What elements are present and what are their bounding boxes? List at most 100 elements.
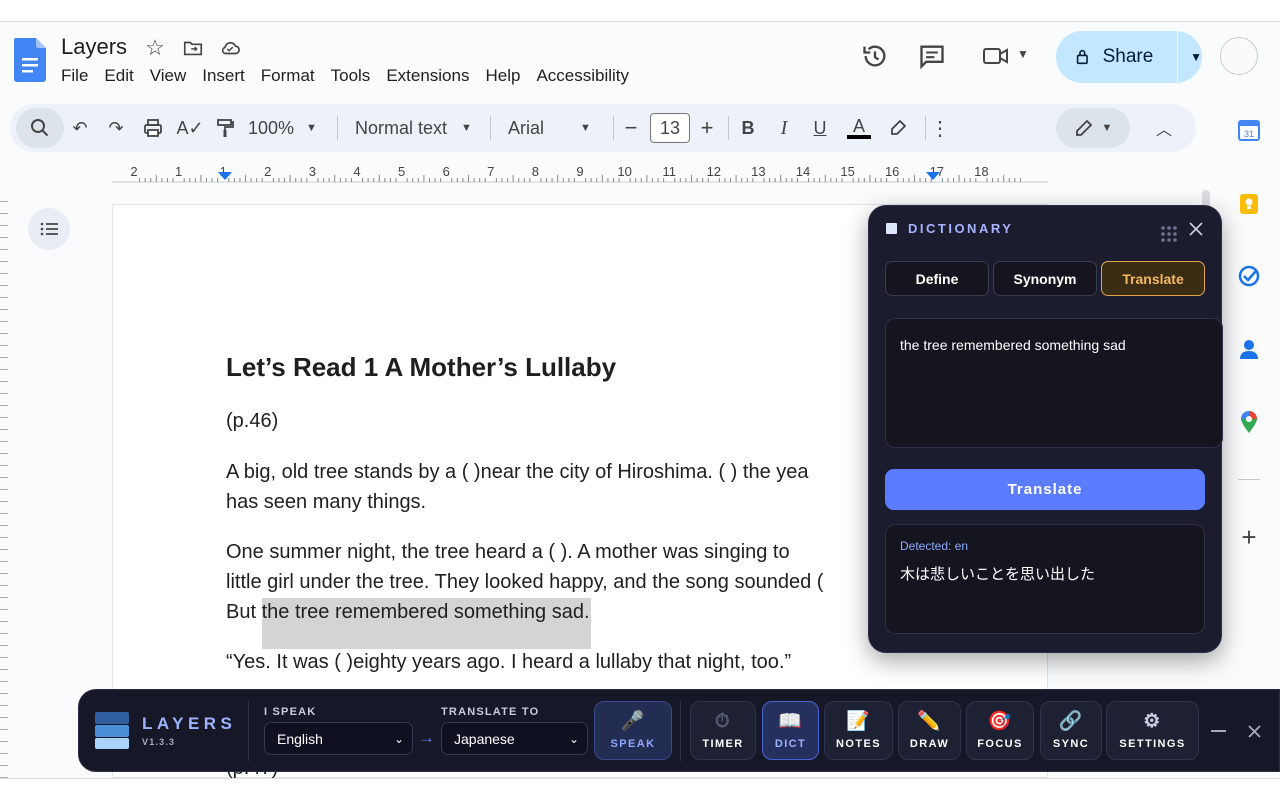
menu-tools[interactable]: Tools: [331, 66, 371, 86]
tasks-icon[interactable]: [1238, 265, 1260, 287]
ruler-label: 1: [175, 164, 182, 179]
avatar[interactable]: [1220, 37, 1258, 75]
focus-button[interactable]: 🎯 FOCUS: [966, 701, 1034, 760]
document-title[interactable]: Layers: [61, 34, 127, 60]
ruler-label: 8: [532, 164, 539, 179]
draw-button[interactable]: ✏️ DRAW: [898, 701, 961, 760]
ruler-label: 2: [264, 164, 271, 179]
spellcheck-icon[interactable]: A✓: [176, 104, 204, 152]
menu-accessibility[interactable]: Accessibility: [536, 66, 629, 86]
detected-language: Detected: en: [900, 539, 969, 553]
tab-synonym[interactable]: Synonym: [993, 261, 1097, 296]
tab-define[interactable]: Define: [885, 261, 989, 296]
print-icon[interactable]: [138, 104, 168, 152]
menu-file[interactable]: File: [61, 66, 88, 86]
notes-button[interactable]: 📝 NOTES: [824, 701, 893, 760]
move-folder-icon[interactable]: [182, 37, 204, 59]
close-icon[interactable]: [1189, 222, 1203, 236]
dict-button[interactable]: 📖 DICT: [762, 701, 819, 760]
timer-button[interactable]: ⏱ TIMER: [690, 701, 756, 760]
redo-icon[interactable]: ↷: [102, 104, 130, 152]
microphone-icon: 🎤: [620, 710, 646, 732]
increase-font-size-button[interactable]: +: [696, 104, 718, 152]
meet-dropdown-icon[interactable]: ▼: [1017, 47, 1029, 61]
font-size-input[interactable]: 13: [650, 113, 690, 143]
text-suffix: .: [583, 601, 590, 623]
search-menus-icon[interactable]: [16, 108, 64, 148]
decrease-font-size-button[interactable]: −: [620, 104, 642, 152]
pencil-icon: ✏️: [916, 710, 943, 732]
bold-icon[interactable]: B: [736, 104, 760, 152]
style-select[interactable]: Normal text ▼: [355, 104, 480, 152]
settings-label: SETTINGS: [1119, 737, 1186, 750]
page-reference: (p.46): [226, 410, 279, 432]
menu-edit[interactable]: Edit: [104, 66, 133, 86]
add-addon-icon[interactable]: +: [1238, 522, 1260, 552]
font-select[interactable]: Arial ▼: [508, 104, 603, 152]
highlight-color-icon[interactable]: [886, 104, 910, 152]
contacts-icon[interactable]: [1238, 338, 1260, 360]
translation-output: Detected: en 木は悲しいことを思い出した: [885, 524, 1205, 634]
selected-text[interactable]: the tree remembered something sad: [262, 601, 584, 623]
maps-icon[interactable]: [1238, 411, 1260, 433]
font-value: Arial: [508, 117, 545, 138]
browser-top-strip: [0, 0, 1280, 22]
cloud-saved-icon[interactable]: [219, 37, 241, 59]
version-history-icon[interactable]: [861, 42, 889, 70]
divider: [248, 701, 249, 761]
minimize-icon[interactable]: [1211, 730, 1226, 732]
zoom-select[interactable]: 100% ▼: [248, 104, 328, 152]
italic-icon[interactable]: I: [772, 104, 796, 152]
ruler-label: 9: [576, 164, 583, 179]
collapse-menus-icon[interactable]: ︿: [1150, 104, 1178, 152]
star-icon[interactable]: ☆: [144, 35, 166, 60]
book-icon: 📖: [777, 710, 804, 732]
target-language-select[interactable]: Japanese ⌄: [441, 722, 588, 755]
undo-icon[interactable]: ↶: [66, 104, 94, 152]
list-icon: [40, 222, 58, 236]
close-icon[interactable]: [1248, 725, 1261, 738]
more-options-icon[interactable]: ⋮: [930, 104, 950, 152]
paragraph-line: A big, old tree stands by a ( )near the …: [226, 461, 809, 483]
settings-button[interactable]: ⚙ SETTINGS: [1106, 701, 1199, 760]
ruler-label: 7: [487, 164, 494, 179]
meet-icon[interactable]: [982, 44, 1010, 68]
dictionary-input[interactable]: the tree remembered something sad: [885, 318, 1223, 448]
i-speak-label: I SPEAK: [264, 706, 317, 718]
ruler-label: 3: [309, 164, 316, 179]
book-icon: [886, 223, 897, 234]
menu-view[interactable]: View: [150, 66, 187, 86]
editing-mode-button[interactable]: ▼: [1056, 108, 1130, 148]
paint-format-icon[interactable]: [212, 104, 238, 152]
chevron-down-icon: ⌄: [393, 731, 404, 746]
tab-translate[interactable]: Translate: [1101, 261, 1205, 296]
menu-extensions[interactable]: Extensions: [386, 66, 469, 86]
vertical-ruler: [0, 190, 8, 780]
toolbar-divider: [337, 116, 338, 140]
sync-button[interactable]: 🔗 SYNC: [1040, 701, 1102, 760]
speak-button[interactable]: 🎤 SPEAK: [594, 701, 672, 760]
dict-label: DICT: [774, 737, 807, 750]
calendar-icon[interactable]: 31: [1238, 119, 1260, 141]
docs-logo-icon[interactable]: [14, 38, 46, 82]
text-color-icon[interactable]: A: [846, 104, 872, 152]
menu-format[interactable]: Format: [261, 66, 315, 86]
ruler-label: 14: [796, 164, 810, 179]
comments-icon[interactable]: [918, 42, 946, 70]
menu-help[interactable]: Help: [485, 66, 520, 86]
style-value: Normal text: [355, 117, 448, 138]
underline-icon[interactable]: U: [808, 104, 832, 152]
keep-icon[interactable]: [1238, 193, 1260, 215]
share-label: Share: [1102, 46, 1154, 67]
drag-handle-icon[interactable]: [1160, 225, 1178, 243]
toolbar-divider: [925, 116, 926, 140]
document-outline-button[interactable]: [28, 208, 70, 250]
source-language-select[interactable]: English ⌄: [264, 722, 413, 755]
share-dropdown-icon[interactable]: ▼: [1190, 50, 1202, 64]
target-language-value: Japanese: [454, 730, 515, 747]
share-button[interactable]: Share ▼: [1056, 31, 1202, 83]
menu-insert[interactable]: Insert: [202, 66, 245, 86]
translate-button[interactable]: Translate: [885, 469, 1205, 510]
paragraph-line-selected: But the tree remembered something sad.: [226, 601, 590, 624]
lock-icon: [1076, 49, 1088, 65]
